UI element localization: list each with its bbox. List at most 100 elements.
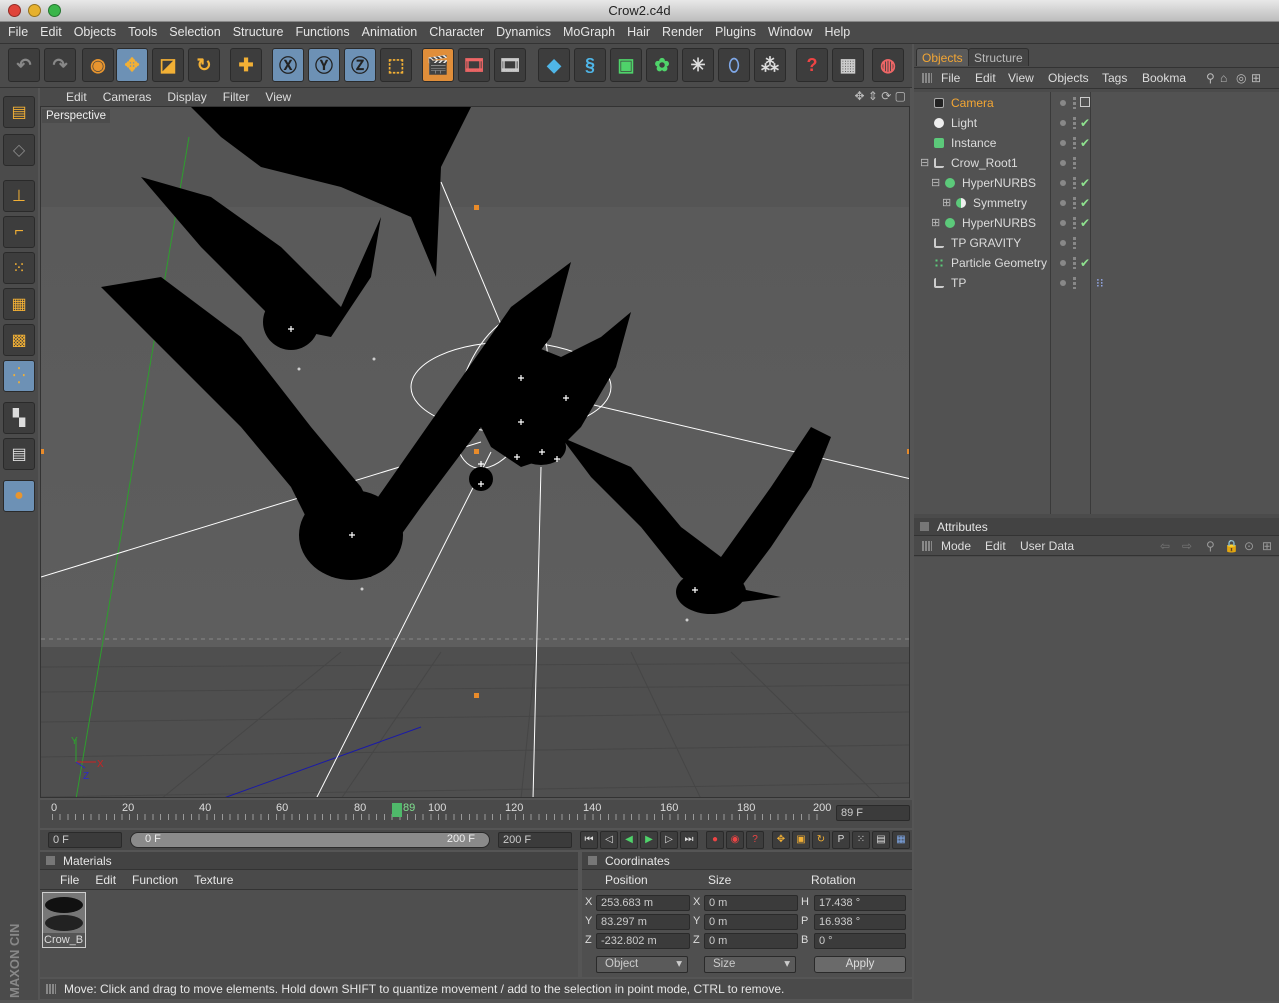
- recent-tool-icon[interactable]: ✚: [230, 48, 262, 82]
- redo-icon[interactable]: ↷: [44, 48, 76, 82]
- objects-menu-view[interactable]: View: [1008, 68, 1034, 88]
- viewport-menu-filter[interactable]: Filter: [215, 88, 258, 106]
- end-frame-field[interactable]: 200 F: [498, 832, 572, 848]
- size-mode-select[interactable]: Size ▾: [704, 956, 796, 973]
- visibility-dot[interactable]: [1060, 140, 1066, 146]
- object-row-camera[interactable]: Camera: [916, 93, 1274, 113]
- preview-range-slider[interactable]: 0 F 200 F: [130, 832, 490, 848]
- points-mode-icon[interactable]: ⁙: [3, 252, 35, 284]
- close-window-button[interactable]: [8, 4, 21, 17]
- layout-browser-icon[interactable]: ▦: [832, 48, 864, 82]
- previous-key-icon[interactable]: ◁: [600, 831, 618, 849]
- keyframe-selection-icon[interactable]: ?: [746, 831, 764, 849]
- material-thumbnail[interactable]: Crow_B: [42, 892, 86, 948]
- search-icon[interactable]: ⚲: [1206, 68, 1215, 88]
- menu-edit[interactable]: Edit: [34, 22, 68, 43]
- object-row-hypernurbs-2[interactable]: ⊞ HyperNURBS ✔: [916, 213, 1274, 233]
- visibility-toggle[interactable]: [1073, 137, 1076, 149]
- size-z-field[interactable]: 0 m: [704, 933, 798, 949]
- visibility-toggle[interactable]: [1073, 197, 1076, 209]
- visibility-dot[interactable]: [1060, 240, 1066, 246]
- visibility-dot[interactable]: [1060, 280, 1066, 286]
- menu-mograph[interactable]: MoGraph: [557, 22, 621, 43]
- materials-menu-edit[interactable]: Edit: [95, 873, 116, 887]
- enabled-check-icon[interactable]: ✔: [1080, 133, 1090, 153]
- objects-menu-edit[interactable]: Edit: [975, 68, 996, 88]
- visibility-dot[interactable]: [1060, 100, 1066, 106]
- home-icon[interactable]: ⌂: [1220, 68, 1227, 88]
- zoom-window-button[interactable]: [48, 4, 61, 17]
- z-axis-lock-icon[interactable]: Ⓩ: [344, 48, 376, 82]
- coordinate-system-icon[interactable]: ⬚: [380, 48, 412, 82]
- position-x-field[interactable]: 253.683 m: [596, 895, 690, 911]
- objects-menu-tags[interactable]: Tags: [1102, 68, 1127, 88]
- current-frame-field[interactable]: 89 F: [836, 805, 910, 821]
- visibility-toggle[interactable]: [1073, 277, 1076, 289]
- render-settings-icon[interactable]: 🎞: [494, 48, 526, 82]
- render-picture-viewer-icon[interactable]: 🎞: [458, 48, 490, 82]
- autokey-icon[interactable]: ◉: [726, 831, 744, 849]
- visibility-dot[interactable]: [1060, 260, 1066, 266]
- key-position-icon[interactable]: ✥: [772, 831, 790, 849]
- model-mode-icon[interactable]: ⊥: [3, 180, 35, 212]
- animation-mode-icon[interactable]: ⁛: [3, 360, 35, 392]
- objects-menu-bookmarks[interactable]: Bookma: [1142, 68, 1186, 88]
- next-key-icon[interactable]: ▷: [660, 831, 678, 849]
- key-pla-icon[interactable]: ▤: [872, 831, 890, 849]
- move-tool-icon[interactable]: ✥: [116, 48, 148, 82]
- menu-functions[interactable]: Functions: [289, 22, 355, 43]
- materials-menu-function[interactable]: Function: [132, 873, 178, 887]
- attributes-menu-edit[interactable]: Edit: [985, 536, 1006, 556]
- play-backwards-icon[interactable]: ◀: [620, 831, 638, 849]
- enabled-check-icon[interactable]: ✔: [1080, 193, 1090, 213]
- go-to-start-icon[interactable]: ⏮: [580, 831, 598, 849]
- workplane-icon[interactable]: ▤: [3, 438, 35, 470]
- camera-tag-icon[interactable]: [1080, 97, 1090, 107]
- rotation-p-field[interactable]: 16.938 °: [814, 914, 906, 930]
- spline-icon[interactable]: §: [574, 48, 606, 82]
- visibility-toggle[interactable]: [1073, 97, 1076, 109]
- coordinate-mode-select[interactable]: Object ▾: [596, 956, 688, 973]
- help-icon[interactable]: ?: [796, 48, 828, 82]
- materials-menu-file[interactable]: File: [60, 873, 79, 887]
- visibility-toggle[interactable]: [1073, 217, 1076, 229]
- object-row-tp-gravity[interactable]: TP GRAVITY: [916, 233, 1274, 253]
- texture-mode-icon[interactable]: ◇: [3, 134, 35, 166]
- key-parameter-icon[interactable]: P: [832, 831, 850, 849]
- x-axis-lock-icon[interactable]: Ⓧ: [272, 48, 304, 82]
- expand-icon[interactable]: ⊞: [1262, 536, 1272, 556]
- visibility-dot[interactable]: [1060, 120, 1066, 126]
- enabled-check-icon[interactable]: ✔: [1080, 253, 1090, 273]
- rotate-tool-icon[interactable]: ↻: [188, 48, 220, 82]
- cube-primitive-icon[interactable]: ◆: [538, 48, 570, 82]
- viewport-menu-cameras[interactable]: Cameras: [95, 88, 160, 106]
- attributes-menu-user-data[interactable]: User Data: [1020, 536, 1074, 556]
- menu-structure[interactable]: Structure: [227, 22, 290, 43]
- forward-icon[interactable]: ⇨: [1182, 536, 1192, 556]
- viewport-nav-icons[interactable]: ✥ ⇕ ⟳ ▢: [854, 89, 906, 103]
- object-row-tp[interactable]: TP ⁝⁝: [916, 273, 1274, 293]
- menu-selection[interactable]: Selection: [163, 22, 226, 43]
- expand-icon[interactable]: ⊞: [1251, 68, 1261, 88]
- menu-animation[interactable]: Animation: [356, 22, 424, 43]
- visibility-dot[interactable]: [1060, 180, 1066, 186]
- render-view-icon[interactable]: 🎬: [422, 48, 454, 82]
- position-y-field[interactable]: 83.297 m: [596, 914, 690, 930]
- position-z-field[interactable]: -232.802 m: [596, 933, 690, 949]
- record-icon[interactable]: ●: [706, 831, 724, 849]
- visibility-dot[interactable]: [1060, 160, 1066, 166]
- menu-plugins[interactable]: Plugins: [709, 22, 762, 43]
- particles-icon[interactable]: ⁂: [754, 48, 786, 82]
- rotation-h-field[interactable]: 17.438 °: [814, 895, 906, 911]
- menu-file[interactable]: File: [2, 22, 34, 43]
- object-row-light[interactable]: Light ✔: [916, 113, 1274, 133]
- polygons-mode-icon[interactable]: ▩: [3, 324, 35, 356]
- scene-icon[interactable]: ⬯: [718, 48, 750, 82]
- lock-icon[interactable]: 🔒: [1224, 536, 1239, 556]
- array-icon[interactable]: ✿: [646, 48, 678, 82]
- size-y-field[interactable]: 0 m: [704, 914, 798, 930]
- materials-menu-texture[interactable]: Texture: [194, 873, 233, 887]
- attributes-menu-mode[interactable]: Mode: [941, 536, 971, 556]
- key-point-level-icon[interactable]: ⁙: [852, 831, 870, 849]
- go-to-end-icon[interactable]: ⏭: [680, 831, 698, 849]
